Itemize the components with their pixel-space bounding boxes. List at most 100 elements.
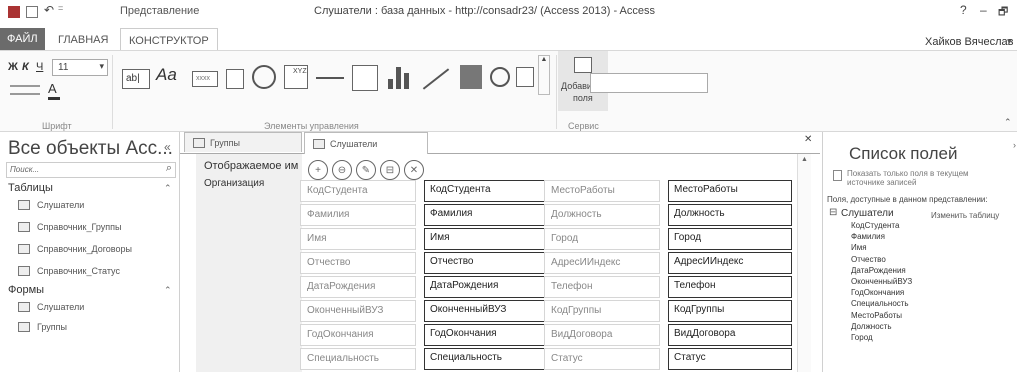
add-record-icon[interactable]: + — [308, 160, 328, 180]
scroll-up-icon[interactable]: ▲ — [801, 156, 808, 163]
option-group-icon[interactable] — [352, 65, 378, 91]
form-scrollbar[interactable]: ▲ — [797, 154, 811, 372]
font-size-dropdown-icon[interactable]: ▾ — [99, 61, 104, 72]
nav-group-tables[interactable]: Таблицы — [8, 182, 53, 194]
textbox-control-icon[interactable]: ab| — [122, 69, 150, 89]
field-label[interactable]: ГодОкончания — [300, 324, 416, 346]
button-control-icon[interactable]: xxxx — [192, 71, 218, 87]
align-buttons-icon[interactable] — [10, 85, 40, 95]
field-list-item[interactable]: КодСтудента — [851, 221, 899, 230]
nav-item-table-status[interactable]: Справочник_Статус — [18, 266, 120, 276]
font-size-select[interactable]: 11 ▾ — [52, 59, 108, 76]
edit-table-link[interactable]: Изменить таблицу — [931, 211, 999, 220]
field-list-item[interactable]: МестоРаботы — [851, 311, 902, 320]
tab-control-icon[interactable] — [226, 69, 244, 89]
field-control[interactable]: КодГруппы — [668, 300, 792, 322]
nav-item-form-students[interactable]: Слушатели — [18, 302, 84, 312]
restore-button[interactable]: 🗗 — [998, 3, 1008, 22]
field-control[interactable]: Специальность — [424, 348, 548, 370]
field-list-item[interactable]: ОконченныйВУЗ — [851, 277, 912, 286]
field-control[interactable]: Фамилия — [424, 204, 548, 226]
field-list-item[interactable]: Фамилия — [851, 232, 885, 241]
field-control[interactable]: КодСтудента — [424, 180, 548, 202]
field-label[interactable]: Имя — [300, 228, 416, 250]
navigation-control-icon[interactable] — [316, 77, 344, 79]
field-list-item[interactable]: ДатаРождения — [851, 266, 906, 275]
tree-collapse-icon[interactable]: ⊟ — [829, 207, 837, 218]
nav-group-tables-collapse-icon[interactable]: ⌃ — [164, 183, 172, 194]
combo-box-icon[interactable] — [516, 67, 534, 87]
search-icon[interactable]: ⌕ — [166, 162, 172, 175]
field-label[interactable]: Город — [544, 228, 660, 250]
field-control[interactable]: Имя — [424, 228, 548, 250]
field-list-item[interactable]: Специальность — [851, 299, 909, 308]
field-control[interactable]: ВидДоговора — [668, 324, 792, 346]
controls-more-icon[interactable]: ▲ — [538, 55, 550, 95]
nav-pane-title[interactable]: Все объекты Acc... — [8, 138, 173, 160]
field-label[interactable]: КодГруппы — [544, 300, 660, 322]
field-control[interactable]: АдресИИндекс — [668, 252, 792, 274]
save-record-icon[interactable]: ⊟ — [380, 160, 400, 180]
hyperlink-control-icon[interactable] — [252, 65, 276, 89]
cancel-record-icon[interactable]: ✕ — [404, 160, 424, 180]
field-label[interactable]: Отчество — [300, 252, 416, 274]
label-control-icon[interactable]: Aa — [156, 65, 177, 85]
field-label[interactable]: Должность — [544, 204, 660, 226]
chart-control-icon[interactable] — [388, 65, 412, 89]
source-table-name[interactable]: Слушатели — [841, 208, 894, 219]
close-document-icon[interactable]: ✕ — [804, 134, 812, 145]
field-list-item[interactable]: ГодОкончания — [851, 288, 904, 297]
underline-button[interactable]: Ч — [36, 61, 43, 73]
field-control[interactable]: Город — [668, 228, 792, 250]
field-control[interactable]: Статус — [668, 348, 792, 370]
field-label[interactable]: Статус — [544, 348, 660, 370]
nav-group-forms-collapse-icon[interactable]: ⌃ — [164, 285, 172, 296]
nav-item-table-groups[interactable]: Справочник_Группы — [18, 222, 122, 232]
field-control[interactable]: ДатаРождения — [424, 276, 548, 298]
rectangle-control-icon[interactable] — [460, 65, 482, 89]
field-label[interactable]: Специальность — [300, 348, 416, 370]
field-label[interactable]: Телефон — [544, 276, 660, 298]
field-list-item[interactable]: Имя — [851, 243, 867, 252]
tab-home[interactable]: ГЛАВНАЯ — [58, 34, 108, 46]
save-icon[interactable] — [26, 6, 38, 18]
nav-search-input[interactable]: Поиск... ⌕ — [6, 162, 176, 178]
field-control[interactable]: МестоРаботы — [668, 180, 792, 202]
field-label[interactable]: ВидДоговора — [544, 324, 660, 346]
collapse-ribbon-icon[interactable]: ⌃ — [1004, 117, 1012, 128]
nav-item-table-contracts[interactable]: Справочник_Договоры — [18, 244, 132, 254]
field-control[interactable]: ГодОкончания — [424, 324, 548, 346]
italic-button[interactable]: К — [22, 61, 29, 73]
field-control[interactable]: ОконченныйВУЗ — [424, 300, 548, 322]
field-label[interactable]: Фамилия — [300, 204, 416, 226]
field-label[interactable]: ОконченныйВУЗ — [300, 300, 416, 322]
line-control-icon[interactable] — [422, 68, 450, 90]
web-browser-control-icon[interactable]: XYZ — [284, 65, 308, 89]
doc-tab-groups[interactable]: Группы — [184, 132, 302, 152]
user-name[interactable]: Хайков Вячеслав — [925, 36, 1013, 48]
edit-record-icon[interactable]: ✎ — [356, 160, 376, 180]
help-button[interactable]: ? — [960, 3, 967, 17]
option-button-icon[interactable] — [490, 67, 510, 87]
organization-label[interactable]: Организация — [204, 178, 264, 189]
nav-collapse-icon[interactable]: « — [164, 140, 171, 154]
nav-item-table-students[interactable]: Слушатели — [18, 200, 84, 210]
field-control[interactable]: Телефон — [668, 276, 792, 298]
doc-tab-students[interactable]: Слушатели — [304, 132, 428, 154]
show-only-checkbox[interactable] — [833, 170, 842, 181]
bold-button[interactable]: Ж — [8, 61, 18, 73]
field-label[interactable]: ДатаРождения — [300, 276, 416, 298]
field-list-item[interactable]: Город — [851, 333, 873, 342]
field-control[interactable]: Должность — [668, 204, 792, 226]
field-label[interactable]: КодСтудента — [300, 180, 416, 202]
nav-group-forms[interactable]: Формы — [8, 284, 44, 296]
field-label[interactable]: АдресИИндекс — [544, 252, 660, 274]
close-pane-icon[interactable]: › — [1013, 140, 1016, 150]
field-list-item[interactable]: Должность — [851, 322, 892, 331]
minimize-button[interactable]: – — [980, 3, 987, 17]
field-control[interactable]: Отчество — [424, 252, 548, 274]
tab-file[interactable]: ФАЙЛ — [0, 28, 45, 51]
font-color-icon[interactable]: A — [48, 81, 57, 96]
tab-design[interactable]: КОНСТРУКТОР — [120, 28, 218, 52]
nav-item-form-groups[interactable]: Группы — [18, 322, 67, 332]
